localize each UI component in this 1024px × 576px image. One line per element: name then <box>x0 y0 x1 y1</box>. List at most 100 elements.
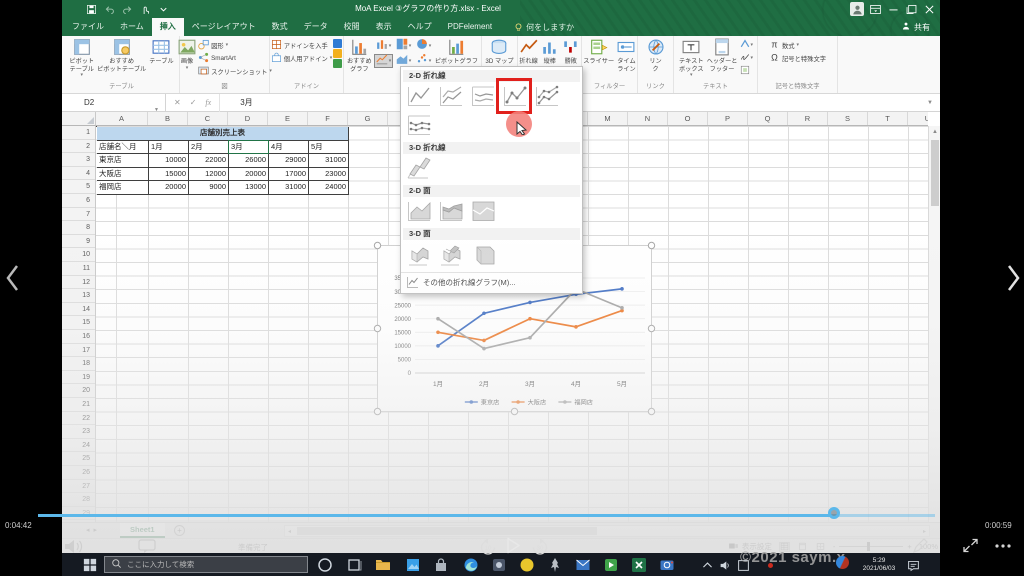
tab-ヘルプ[interactable]: ヘルプ <box>400 18 440 36</box>
maximize-button[interactable] <box>904 2 918 16</box>
more-options-icon[interactable] <box>994 543 1012 549</box>
button-SmartArt[interactable]: SmartArt <box>198 52 272 64</box>
rewind-10-icon[interactable]: 10 <box>479 538 497 555</box>
chart-option-dd-area-stacked-3d[interactable] <box>437 243 464 268</box>
tab-ホーム[interactable]: ホーム <box>112 18 152 36</box>
table-cell-value[interactable]: 12000 <box>189 167 229 182</box>
table-cell-value[interactable]: 20000 <box>149 181 189 195</box>
column-header-C[interactable]: C <box>188 112 228 125</box>
column-header-S[interactable]: S <box>828 112 868 125</box>
table-header-cell[interactable]: 5月 <box>309 140 349 155</box>
row-header-6[interactable]: 6 <box>62 194 95 208</box>
column-header-U[interactable]: U <box>908 112 928 125</box>
close-button[interactable] <box>922 2 936 16</box>
tab-表示[interactable]: 表示 <box>368 18 400 36</box>
taskbar-camera-icon[interactable] <box>658 556 676 574</box>
row-header-20[interactable]: 20 <box>62 384 95 398</box>
sheet-nav-arrows[interactable]: ◂▸ <box>86 526 101 534</box>
chart-option-dd-area-100[interactable] <box>469 200 496 225</box>
ribbon-display-options-button[interactable] <box>868 2 882 16</box>
row-header-2[interactable]: 2 <box>62 140 95 154</box>
vscroll-thumb[interactable] <box>931 140 939 206</box>
row-header-23[interactable]: 23 <box>62 425 95 439</box>
avatar[interactable] <box>850 2 864 16</box>
button-個人用アドイン[interactable]: 個人用アドイン ▾ <box>271 52 332 64</box>
confirm-entry-icon[interactable]: ✓ <box>190 98 197 107</box>
tray-ime-icon[interactable] <box>734 556 752 574</box>
table-cell-value[interactable]: 10000 <box>149 154 189 168</box>
row-header-21[interactable]: 21 <box>62 398 95 412</box>
button-テーブル[interactable]: テーブル <box>148 37 174 66</box>
table-cell-store[interactable]: 福岡店 <box>97 181 149 195</box>
chart-option-dd-area-3d[interactable] <box>405 243 432 268</box>
button-縦棒[interactable]: 縦棒 <box>540 37 560 66</box>
row-header-12[interactable]: 12 <box>62 276 95 290</box>
insert-function-icon[interactable]: fx <box>205 98 211 107</box>
save-icon[interactable] <box>86 4 97 15</box>
row-header-15[interactable]: 15 <box>62 316 95 330</box>
table-header-cell[interactable]: 1月 <box>149 140 189 155</box>
row-header-27[interactable]: 27 <box>62 480 95 494</box>
column-header-R[interactable]: R <box>788 112 828 125</box>
button-勝敗[interactable]: 勝敗 <box>561 37 581 66</box>
row-header-25[interactable]: 25 <box>62 452 95 466</box>
row-header-4[interactable]: 4 <box>62 167 95 181</box>
column-header-P[interactable]: P <box>708 112 748 125</box>
tab-PDFelement[interactable]: PDFelement <box>440 18 500 36</box>
taskbar-clock[interactable]: 5:29 2021/06/03 <box>856 557 902 573</box>
tab-データ[interactable]: データ <box>296 18 336 36</box>
button-リンク[interactable]: リンク <box>646 37 666 73</box>
timeline-remaining[interactable] <box>831 514 935 517</box>
prev-chevron-icon[interactable] <box>4 264 20 292</box>
sheet-tab-sheet1[interactable]: Sheet1 <box>120 523 165 538</box>
chart-option-dd-line-100[interactable] <box>469 85 496 110</box>
chart-option-dd-line-3d[interactable] <box>405 157 432 182</box>
chart-option-dd-line-stacked-marker[interactable] <box>533 85 560 110</box>
timeline-played[interactable] <box>38 514 831 517</box>
row-header-7[interactable]: 7 <box>62 208 95 222</box>
undo-icon[interactable] <box>104 4 115 15</box>
tab-ページレイアウト[interactable]: ページレイアウト <box>184 18 264 36</box>
table-cell-value[interactable]: 20000 <box>229 167 269 182</box>
button-スライサー[interactable]: スライサー <box>582 37 615 66</box>
tab-校閲[interactable]: 校閲 <box>336 18 368 36</box>
column-header-T[interactable]: T <box>868 112 908 125</box>
mg-pie-button[interactable]: ▾ <box>414 39 433 53</box>
button-おすすめピボットテーブル[interactable]: おすすめ ピボットテーブル <box>96 37 147 73</box>
button-おすすめグラフ[interactable]: おすすめ グラフ <box>346 37 373 73</box>
table-header-cell[interactable]: 4月 <box>269 140 309 155</box>
page-break-view-icon[interactable] <box>815 542 826 552</box>
button-ヘッダーとフッター[interactable]: ヘッダーと フッター <box>706 37 739 73</box>
button-タイムライン[interactable]: タイム ライン <box>616 37 637 73</box>
row-header-17[interactable]: 17 <box>62 344 95 358</box>
taskbar-mail-icon[interactable] <box>574 556 592 574</box>
taskbar-app-green-icon[interactable] <box>602 556 620 574</box>
row-header-18[interactable]: 18 <box>62 357 95 371</box>
chart-option-dd-area-100-3d[interactable] <box>469 243 496 268</box>
tab-挿入[interactable]: 挿入 <box>151 18 184 36</box>
button-画像[interactable]: 画像 ▾ <box>177 37 197 71</box>
row-header-5[interactable]: 5 <box>62 180 95 194</box>
zoom-slider[interactable]: - + <box>833 542 912 551</box>
row-header-10[interactable]: 10 <box>62 248 95 262</box>
zoom-in-icon[interactable]: + <box>907 542 911 551</box>
redo-icon[interactable] <box>122 4 133 15</box>
add-sheet-icon[interactable]: + <box>174 525 185 536</box>
next-chevron-icon[interactable] <box>1006 264 1022 292</box>
column-header-F[interactable]: F <box>308 112 348 125</box>
row-header-22[interactable]: 22 <box>62 412 95 426</box>
button-折れ線[interactable]: 折れ線 <box>518 37 539 66</box>
tab-数式[interactable]: 数式 <box>264 18 296 36</box>
horizontal-scrollbar[interactable]: ◂ ▸ <box>284 525 930 537</box>
table-cell-value[interactable]: 13000 <box>229 181 269 195</box>
taskbar-task-view-icon[interactable] <box>346 556 364 574</box>
button-スクリーンショット[interactable]: スクリーンショット ▾ <box>198 65 272 77</box>
play-icon[interactable] <box>505 537 521 554</box>
table-title-cell[interactable]: 店舗別売上表 <box>97 127 349 141</box>
subtitles-icon[interactable] <box>138 539 157 554</box>
column-header-A[interactable]: A <box>96 112 148 125</box>
table-cell-value[interactable]: 17000 <box>269 167 309 182</box>
row-header-9[interactable]: 9 <box>62 235 95 249</box>
table-cell-value[interactable]: 22000 <box>189 154 229 168</box>
table-cell-value[interactable]: 9000 <box>189 181 229 195</box>
